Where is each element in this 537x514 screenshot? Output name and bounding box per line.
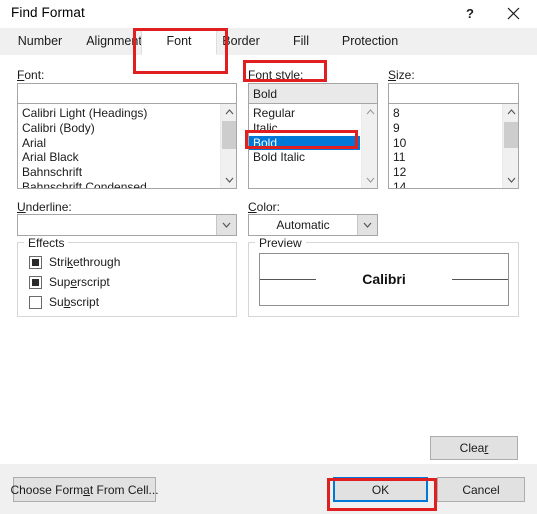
font-style-input[interactable]: Bold [248,83,378,105]
checkbox-label: Strikethrough [49,255,121,269]
underline-combo[interactable] [17,214,237,236]
size-list-items: 8 9 10 11 12 14 [389,104,501,188]
list-item[interactable]: 12 [389,165,501,180]
list-item[interactable]: Bold Italic [249,150,360,165]
choose-format-button-label: Choose Format From Cell... [10,482,159,497]
chevron-down-icon[interactable] [357,215,377,235]
list-item[interactable]: Bahnschrift [18,165,219,180]
command-bar: Choose Format From Cell... OK Cancel [0,464,537,514]
ok-button-label: OK [371,482,390,497]
preview-text: Calibri [362,271,406,287]
underline-combo-value [18,215,216,235]
checkbox-label: Subscript [49,295,100,309]
font-style-label: Font style: [248,68,304,82]
font-label: Font: [17,68,45,82]
cancel-button[interactable]: Cancel [437,477,525,502]
size-listbox[interactable]: 8 9 10 11 12 14 [388,103,519,189]
title-bar: Find Format ? [0,0,537,28]
size-list-scrollbar[interactable] [502,104,518,188]
color-label: Color: [248,200,281,214]
list-item[interactable]: Regular [249,106,360,121]
tab-protection[interactable]: Protection [329,28,411,55]
checkbox-indicator[interactable] [29,255,42,269]
font-style-list-scrollbar[interactable] [361,104,377,188]
list-item[interactable]: 9 [389,121,501,136]
font-tab-panel: Font: Calibri Light (Headings) Calibri (… [0,55,537,465]
size-input[interactable] [388,83,519,105]
choose-format-from-cell-button[interactable]: Choose Format From Cell... [10,477,159,502]
effects-group-title: Effects [24,236,69,250]
font-style-listbox[interactable]: Regular Italic Bold Bold Italic [248,103,378,189]
help-icon[interactable]: ? [450,0,490,27]
scrollbar-thumb[interactable] [222,121,236,149]
font-listbox[interactable]: Calibri Light (Headings) Calibri (Body) … [17,103,237,189]
tab-strip: Number Alignment Font Border Fill Protec… [0,28,537,56]
tab-border[interactable]: Border [210,28,272,55]
font-list-scrollbar[interactable] [220,104,236,188]
tab-number[interactable]: Number [7,28,73,55]
chevron-up-icon[interactable] [221,104,236,120]
chevron-down-icon[interactable] [221,172,236,188]
size-label: Size: [388,68,415,82]
list-item[interactable]: 14 [389,180,501,188]
tab-fill[interactable]: Fill [273,28,329,55]
checkbox-label: Superscript [49,275,110,289]
chevron-down-icon[interactable] [503,172,518,188]
dialog-title: Find Format [11,5,85,20]
preview-group-title: Preview [255,236,306,250]
cancel-button-label: Cancel [462,482,500,497]
color-combo[interactable]: Automatic [248,214,378,236]
clear-button-label: Clear [459,441,489,455]
checkbox-indicator[interactable] [29,295,42,309]
scrollbar-thumb[interactable] [504,122,518,148]
checkbox-indicator[interactable] [29,275,42,289]
ok-button[interactable]: OK [333,477,428,502]
list-item[interactable]: Arial Black [18,150,219,165]
chevron-down-icon[interactable] [362,172,377,188]
list-item[interactable]: Calibri (Body) [18,121,219,136]
list-item[interactable]: Italic [249,121,360,136]
clear-button[interactable]: Clear [430,436,518,460]
font-list-items: Calibri Light (Headings) Calibri (Body) … [18,104,219,188]
list-item[interactable]: 10 [389,136,501,151]
tab-font[interactable]: Font [141,28,217,55]
list-item[interactable]: 11 [389,150,501,165]
chevron-up-icon[interactable] [503,104,518,120]
checkbox-strikethrough[interactable]: Strikethrough [29,255,120,269]
font-input[interactable] [17,83,237,105]
color-combo-value: Automatic [276,218,330,232]
checkbox-subscript[interactable]: Subscript [29,295,99,309]
chevron-down-icon[interactable] [216,215,236,235]
list-item[interactable]: 8 [389,106,501,121]
close-icon[interactable] [493,0,533,27]
list-item-selected[interactable]: Bold [249,135,360,151]
list-item[interactable]: Calibri Light (Headings) [18,106,219,121]
list-item[interactable]: Bahnschrift Condensed [18,180,219,188]
underline-label: Underline: [17,200,72,214]
checkbox-superscript[interactable]: Superscript [29,275,110,289]
font-style-list-items: Regular Italic Bold Bold Italic [249,104,360,165]
list-item[interactable]: Arial [18,136,219,151]
preview-box: Calibri [259,253,509,306]
chevron-up-icon[interactable] [362,104,377,120]
